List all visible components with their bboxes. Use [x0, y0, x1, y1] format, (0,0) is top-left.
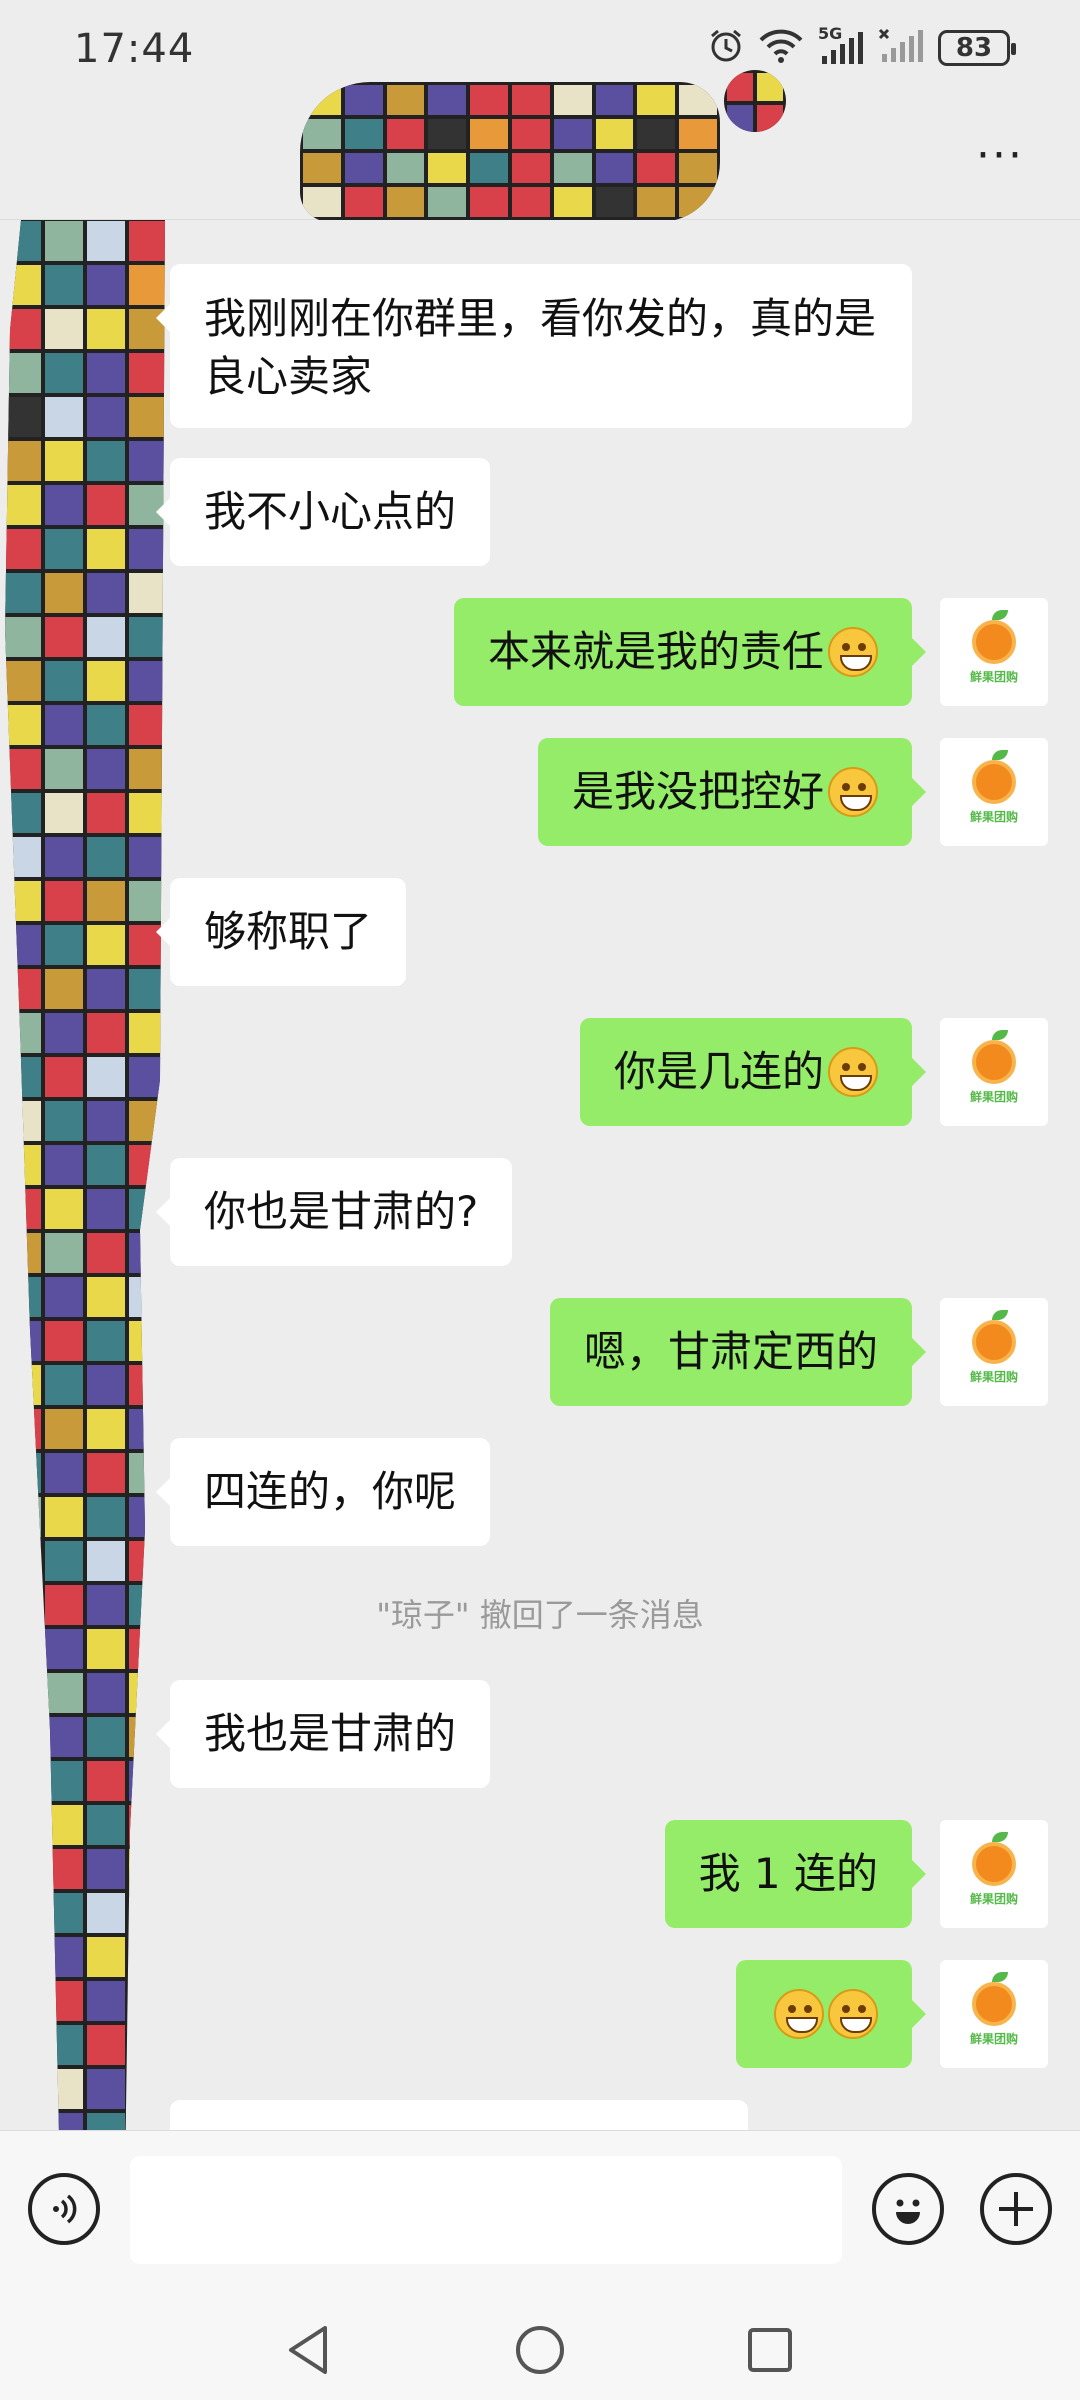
avatar-label: 鲜果团购: [969, 1891, 1018, 1906]
outgoing-message[interactable]: 本来就是我的责任: [453, 598, 927, 706]
back-icon[interactable]: [278, 2320, 338, 2380]
orange-icon: [972, 1831, 1016, 1886]
avatar-label: 鲜果团购: [969, 2031, 1018, 2046]
incoming-message[interactable]: 我也是甘肃的: [155, 1680, 491, 1788]
message-text: 你也是甘肃的?: [204, 1187, 479, 1236]
status-time: 17:44: [74, 26, 195, 72]
avatar-label: 鲜果团购: [969, 1369, 1018, 1384]
message-text: 是我没把控好: [571, 767, 824, 816]
wifi-icon: [758, 28, 804, 68]
message-text: 嗯，甘肃定西的: [583, 1327, 878, 1376]
status-icons: 5G 83: [708, 24, 1016, 68]
my-avatar[interactable]: 鲜果团购: [940, 598, 1048, 706]
chat-messages: 我刚刚在你群里，看你发的，真的是良心卖家 我不小心点的 本来就是我的责任 鲜果团…: [0, 220, 1080, 2130]
signal-icon: 5G: [818, 24, 864, 66]
incoming-message-partial[interactable]: [170, 2100, 748, 2130]
message-text: 我 1 连的: [698, 1849, 878, 1898]
redacted-avatar-small: [724, 70, 786, 132]
incoming-message[interactable]: 你也是甘肃的?: [155, 1158, 513, 1266]
input-bar: [0, 2130, 1080, 2290]
incoming-message[interactable]: 够称职了: [155, 878, 407, 986]
avatar-label: 鲜果团购: [969, 809, 1018, 824]
my-avatar[interactable]: 鲜果团购: [940, 1820, 1048, 1928]
message-text: 你是几连的: [613, 1047, 824, 1096]
outgoing-message[interactable]: 你是几连的: [579, 1018, 927, 1126]
network-type: 5G: [818, 24, 843, 43]
grin-emoji-icon: [828, 1047, 878, 1097]
outgoing-message[interactable]: 嗯，甘肃定西的: [549, 1298, 927, 1406]
outgoing-message[interactable]: 是我没把控好: [537, 738, 927, 846]
grin-emoji-icon: [828, 1989, 878, 2039]
laugh-cry-emoji-icon: [828, 767, 878, 817]
my-avatar[interactable]: 鲜果团购: [940, 1018, 1048, 1126]
emoji-icon[interactable]: [872, 2173, 944, 2245]
message-input[interactable]: [130, 2156, 842, 2264]
message-text: 我不小心点的: [204, 487, 457, 536]
grin-emoji-icon: [774, 1989, 824, 2039]
message-text: 本来就是我的责任: [487, 627, 824, 676]
my-avatar[interactable]: 鲜果团购: [940, 738, 1048, 846]
chat-header: ···: [0, 70, 1080, 220]
incoming-message[interactable]: 我刚刚在你群里，看你发的，真的是良心卖家: [156, 264, 912, 428]
orange-icon: [972, 1029, 1016, 1084]
alarm-icon: [708, 28, 744, 68]
outgoing-message[interactable]: 我 1 连的: [664, 1820, 927, 1928]
recall-notice: "琼子" 撤回了一条消息: [376, 1596, 704, 1634]
my-avatar[interactable]: 鲜果团购: [940, 1960, 1048, 2068]
battery-icon: 83: [938, 30, 1016, 66]
orange-icon: [972, 1971, 1016, 2026]
orange-icon: [972, 749, 1016, 804]
home-icon[interactable]: [510, 2320, 570, 2380]
avatar-label: 鲜果团购: [969, 669, 1018, 684]
redacted-sender-avatars: [5, 220, 165, 2130]
message-text: 我也是甘肃的: [204, 1709, 457, 1758]
orange-icon: [972, 609, 1016, 664]
recents-icon[interactable]: [740, 2320, 800, 2380]
message-text: 我刚刚在你群里，看你发的，真的是良心卖家: [204, 294, 877, 401]
signal-icon: [878, 28, 924, 68]
message-text: 够称职了: [204, 907, 373, 956]
message-text: 四连的，你呢: [204, 1467, 457, 1516]
smile-emoji-icon: [828, 627, 878, 677]
my-avatar[interactable]: 鲜果团购: [940, 1298, 1048, 1406]
redacted-chat-title: [300, 82, 720, 222]
orange-icon: [972, 1309, 1016, 1364]
incoming-message[interactable]: 我不小心点的: [155, 458, 491, 566]
outgoing-message[interactable]: [736, 1960, 926, 2068]
more-options-button[interactable]: ···: [970, 130, 1030, 181]
voice-icon[interactable]: [28, 2173, 100, 2245]
avatar-label: 鲜果团购: [969, 1089, 1018, 1104]
plus-icon[interactable]: [980, 2173, 1052, 2245]
system-nav-bar: [0, 2290, 1080, 2400]
incoming-message[interactable]: 四连的，你呢: [155, 1438, 491, 1546]
